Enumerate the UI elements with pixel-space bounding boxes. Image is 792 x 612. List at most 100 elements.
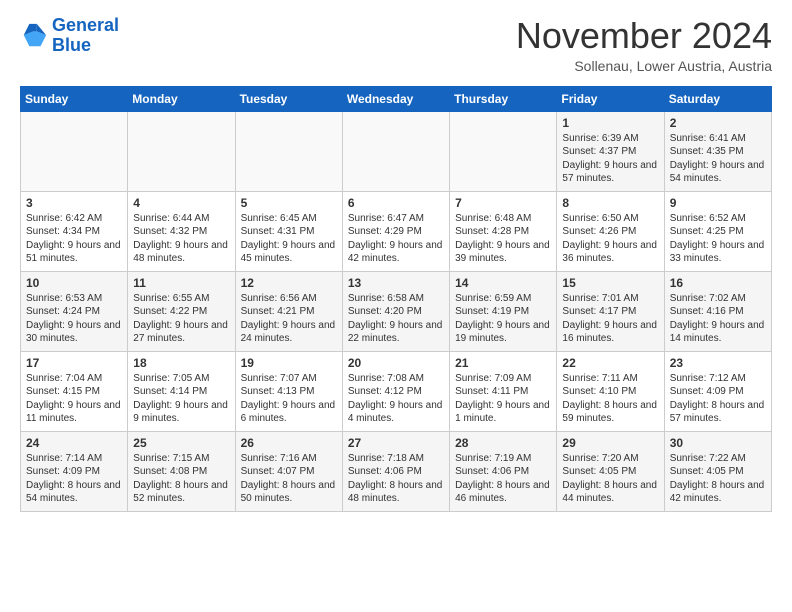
week-row-2: 10Sunrise: 6:53 AM Sunset: 4:24 PM Dayli… [21,271,772,351]
calendar-cell [128,111,235,191]
calendar-cell [450,111,557,191]
calendar-cell: 14 Sunrise: 6:59 AM Sunset: 4:19 PM Dayli… [450,271,557,351]
day-info: Sunrise: 7:16 AM Sunset: 4:07 PM Dayligh… [241,452,337,506]
calendar-cell: 10Sunrise: 6:53 AM Sunset: 4:24 PM Dayli… [21,271,128,351]
day-number: 12 [241,276,337,290]
day-info: Sunrise: 6:56 AM Sunset: 4:21 PM Dayligh… [241,292,337,346]
day-number: 14 [455,276,551,290]
day-info: Sunrise: 6:58 AM Sunset: 4:20 PM Dayligh… [348,292,444,346]
day-number: 8 [562,196,658,210]
col-header-monday: Monday [128,86,235,111]
day-info: Sunrise: 6:44 AM Sunset: 4:32 PM Dayligh… [133,212,229,266]
calendar-cell: 24Sunrise: 7:14 AM Sunset: 4:09 PM Dayli… [21,431,128,511]
logo-icon [20,22,48,50]
calendar-cell: 1Sunrise: 6:39 AM Sunset: 4:37 PM Daylig… [557,111,664,191]
day-number: 1 [562,116,658,130]
day-info: Sunrise: 7:22 AM Sunset: 4:05 PM Dayligh… [670,452,766,506]
day-info: Sunrise: 6:42 AM Sunset: 4:34 PM Dayligh… [26,212,122,266]
calendar-cell: 29 Sunrise: 7:20 AM Sunset: 4:05 PM Dayli… [557,431,664,511]
day-number: 2 [670,116,766,130]
calendar-cell: 4 Sunrise: 6:44 AM Sunset: 4:32 PM Daylig… [128,191,235,271]
day-info: Sunrise: 7:18 AM Sunset: 4:06 PM Dayligh… [348,452,444,506]
calendar-cell: 19Sunrise: 7:07 AM Sunset: 4:13 PM Dayli… [235,351,342,431]
day-info: Sunrise: 7:01 AM Sunset: 4:17 PM Dayligh… [562,292,658,346]
day-number: 21 [455,356,551,370]
day-info: Sunrise: 6:47 AM Sunset: 4:29 PM Dayligh… [348,212,444,266]
day-info: Sunrise: 7:04 AM Sunset: 4:15 PM Dayligh… [26,372,122,426]
calendar-cell: 26Sunrise: 7:16 AM Sunset: 4:07 PM Dayli… [235,431,342,511]
day-info: Sunrise: 7:08 AM Sunset: 4:12 PM Dayligh… [348,372,444,426]
calendar-cell: 20 Sunrise: 7:08 AM Sunset: 4:12 PM Dayli… [342,351,449,431]
day-number: 15 [562,276,658,290]
day-info: Sunrise: 7:14 AM Sunset: 4:09 PM Dayligh… [26,452,122,506]
logo-line1: General [52,15,119,35]
day-info: Sunrise: 7:19 AM Sunset: 4:06 PM Dayligh… [455,452,551,506]
header-row: SundayMondayTuesdayWednesdayThursdayFrid… [21,86,772,111]
logo-text: General Blue [52,16,119,56]
calendar-cell [21,111,128,191]
day-info: Sunrise: 6:53 AM Sunset: 4:24 PM Dayligh… [26,292,122,346]
day-info: Sunrise: 7:02 AM Sunset: 4:16 PM Dayligh… [670,292,766,346]
col-header-sunday: Sunday [21,86,128,111]
calendar-cell: 11 Sunrise: 6:55 AM Sunset: 4:22 PM Dayli… [128,271,235,351]
calendar-cell: 7 Sunrise: 6:48 AM Sunset: 4:28 PM Daylig… [450,191,557,271]
calendar-cell: 23Sunrise: 7:12 AM Sunset: 4:09 PM Dayli… [664,351,771,431]
logo: General Blue [20,16,119,56]
day-info: Sunrise: 7:07 AM Sunset: 4:13 PM Dayligh… [241,372,337,426]
calendar-cell: 18Sunrise: 7:05 AM Sunset: 4:14 PM Dayli… [128,351,235,431]
day-number: 11 [133,276,229,290]
calendar-cell: 21 Sunrise: 7:09 AM Sunset: 4:11 PM Dayli… [450,351,557,431]
calendar-cell: 30 Sunrise: 7:22 AM Sunset: 4:05 PM Dayli… [664,431,771,511]
calendar-table: SundayMondayTuesdayWednesdayThursdayFrid… [20,86,772,512]
day-number: 17 [26,356,122,370]
day-number: 3 [26,196,122,210]
calendar-cell: 22Sunrise: 7:11 AM Sunset: 4:10 PM Dayli… [557,351,664,431]
col-header-thursday: Thursday [450,86,557,111]
day-info: Sunrise: 6:45 AM Sunset: 4:31 PM Dayligh… [241,212,337,266]
calendar-cell: 25Sunrise: 7:15 AM Sunset: 4:08 PM Dayli… [128,431,235,511]
day-number: 7 [455,196,551,210]
day-number: 20 [348,356,444,370]
location-subtitle: Sollenau, Lower Austria, Austria [516,58,772,74]
day-info: Sunrise: 6:59 AM Sunset: 4:19 PM Dayligh… [455,292,551,346]
calendar-cell: 3 Sunrise: 6:42 AM Sunset: 4:34 PM Daylig… [21,191,128,271]
calendar-cell [235,111,342,191]
logo-line2: Blue [52,35,91,55]
day-number: 27 [348,436,444,450]
day-number: 13 [348,276,444,290]
day-info: Sunrise: 7:11 AM Sunset: 4:10 PM Dayligh… [562,372,658,426]
day-info: Sunrise: 7:15 AM Sunset: 4:08 PM Dayligh… [133,452,229,506]
header: General Blue November 2024 Sollenau, Low… [20,16,772,74]
day-info: Sunrise: 7:20 AM Sunset: 4:05 PM Dayligh… [562,452,658,506]
calendar-cell: 2 Sunrise: 6:41 AM Sunset: 4:35 PM Daylig… [664,111,771,191]
day-number: 4 [133,196,229,210]
calendar-cell: 15 Sunrise: 7:01 AM Sunset: 4:17 PM Dayli… [557,271,664,351]
day-number: 23 [670,356,766,370]
day-info: Sunrise: 6:55 AM Sunset: 4:22 PM Dayligh… [133,292,229,346]
day-info: Sunrise: 6:41 AM Sunset: 4:35 PM Dayligh… [670,132,766,186]
day-number: 29 [562,436,658,450]
day-number: 6 [348,196,444,210]
calendar-cell: 6 Sunrise: 6:47 AM Sunset: 4:29 PM Daylig… [342,191,449,271]
calendar-cell: 9 Sunrise: 6:52 AM Sunset: 4:25 PM Daylig… [664,191,771,271]
page: General Blue November 2024 Sollenau, Low… [0,0,792,522]
calendar-cell: 12 Sunrise: 6:56 AM Sunset: 4:21 PM Dayli… [235,271,342,351]
day-number: 30 [670,436,766,450]
col-header-saturday: Saturday [664,86,771,111]
day-number: 28 [455,436,551,450]
month-title: November 2024 [516,16,772,56]
calendar-cell [342,111,449,191]
day-info: Sunrise: 6:48 AM Sunset: 4:28 PM Dayligh… [455,212,551,266]
col-header-wednesday: Wednesday [342,86,449,111]
day-info: Sunrise: 7:09 AM Sunset: 4:11 PM Dayligh… [455,372,551,426]
calendar-cell: 16Sunrise: 7:02 AM Sunset: 4:16 PM Dayli… [664,271,771,351]
week-row-3: 17 Sunrise: 7:04 AM Sunset: 4:15 PM Dayli… [21,351,772,431]
week-row-1: 3 Sunrise: 6:42 AM Sunset: 4:34 PM Daylig… [21,191,772,271]
day-info: Sunrise: 6:52 AM Sunset: 4:25 PM Dayligh… [670,212,766,266]
calendar-cell: 28 Sunrise: 7:19 AM Sunset: 4:06 PM Dayli… [450,431,557,511]
calendar-cell: 27 Sunrise: 7:18 AM Sunset: 4:06 PM Dayli… [342,431,449,511]
day-info: Sunrise: 7:05 AM Sunset: 4:14 PM Dayligh… [133,372,229,426]
week-row-0: 1Sunrise: 6:39 AM Sunset: 4:37 PM Daylig… [21,111,772,191]
week-row-4: 24Sunrise: 7:14 AM Sunset: 4:09 PM Dayli… [21,431,772,511]
day-number: 9 [670,196,766,210]
